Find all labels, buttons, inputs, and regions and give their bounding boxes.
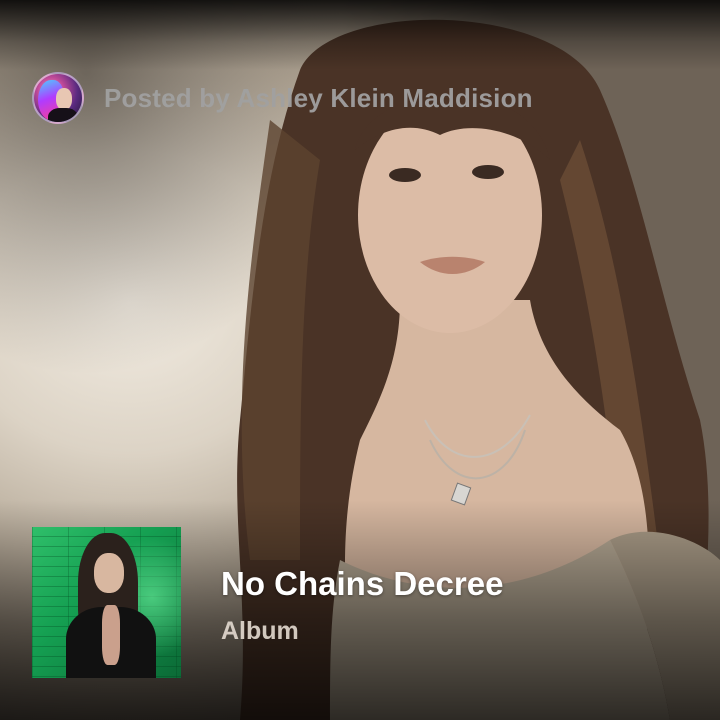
cover-face [94, 553, 124, 593]
album-cover-art[interactable] [32, 527, 181, 678]
album-type-label: Album [221, 617, 299, 645]
cover-skin [102, 605, 120, 665]
avatar-face [56, 88, 72, 110]
posted-by-text[interactable]: Posted by Ashley Klein Maddision [104, 83, 533, 114]
album-info[interactable]: No Chains Decree Album [32, 527, 503, 678]
author-avatar[interactable] [32, 72, 84, 124]
top-shade [0, 0, 720, 70]
avatar-body [48, 108, 78, 122]
post-header: Posted by Ashley Klein Maddision [32, 72, 533, 124]
album-titles: No Chains Decree Album [221, 565, 503, 646]
album-title[interactable]: No Chains Decree [221, 565, 503, 603]
album-share-card: Posted by Ashley Klein Maddision No Chai… [0, 0, 720, 720]
